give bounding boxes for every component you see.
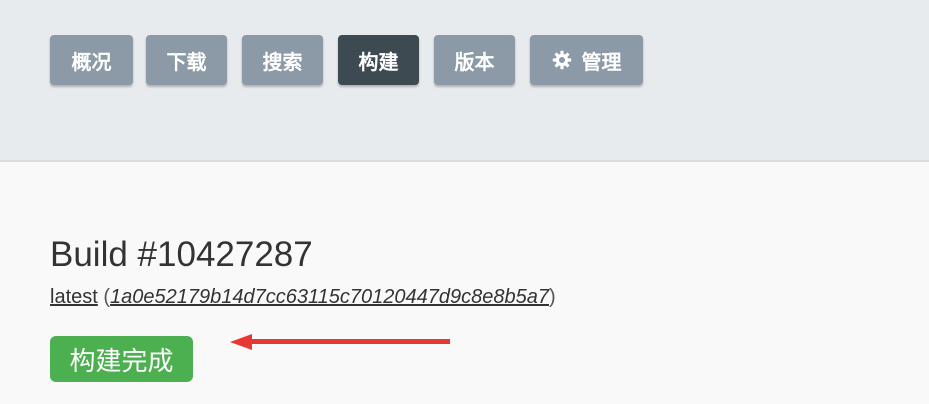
nav-builds[interactable]: 构建: [338, 35, 419, 85]
commit-link[interactable]: 1a0e52179b14d7cc63115c70120447d9c8e8b5a7: [110, 286, 549, 308]
annotation-arrow: [230, 334, 450, 350]
nav-admin-label: 管理: [581, 49, 622, 74]
nav-versions-label: 版本: [454, 49, 495, 74]
status-badge: 构建完成: [50, 336, 193, 382]
nav-admin[interactable]: 管理: [530, 35, 643, 85]
gear-icon: [552, 50, 572, 70]
nav-downloads-label: 下载: [166, 49, 207, 74]
nav-builds-label: 构建: [358, 49, 399, 74]
nav-downloads[interactable]: 下载: [146, 35, 227, 85]
nav-search[interactable]: 搜索: [242, 35, 323, 85]
paren-close: ): [549, 286, 556, 308]
build-ref: latest (1a0e52179b14d7cc63115c70120447d9…: [50, 285, 556, 309]
nav-search-label: 搜索: [262, 49, 303, 74]
version-link[interactable]: latest: [50, 286, 98, 308]
nav-versions[interactable]: 版本: [434, 35, 515, 85]
page-title: Build #10427287: [50, 235, 313, 274]
header: 概况 下载 搜索 构建 版本 管理: [0, 0, 929, 162]
nav-overview[interactable]: 概况: [50, 35, 133, 85]
nav-overview-label: 概况: [71, 49, 112, 74]
